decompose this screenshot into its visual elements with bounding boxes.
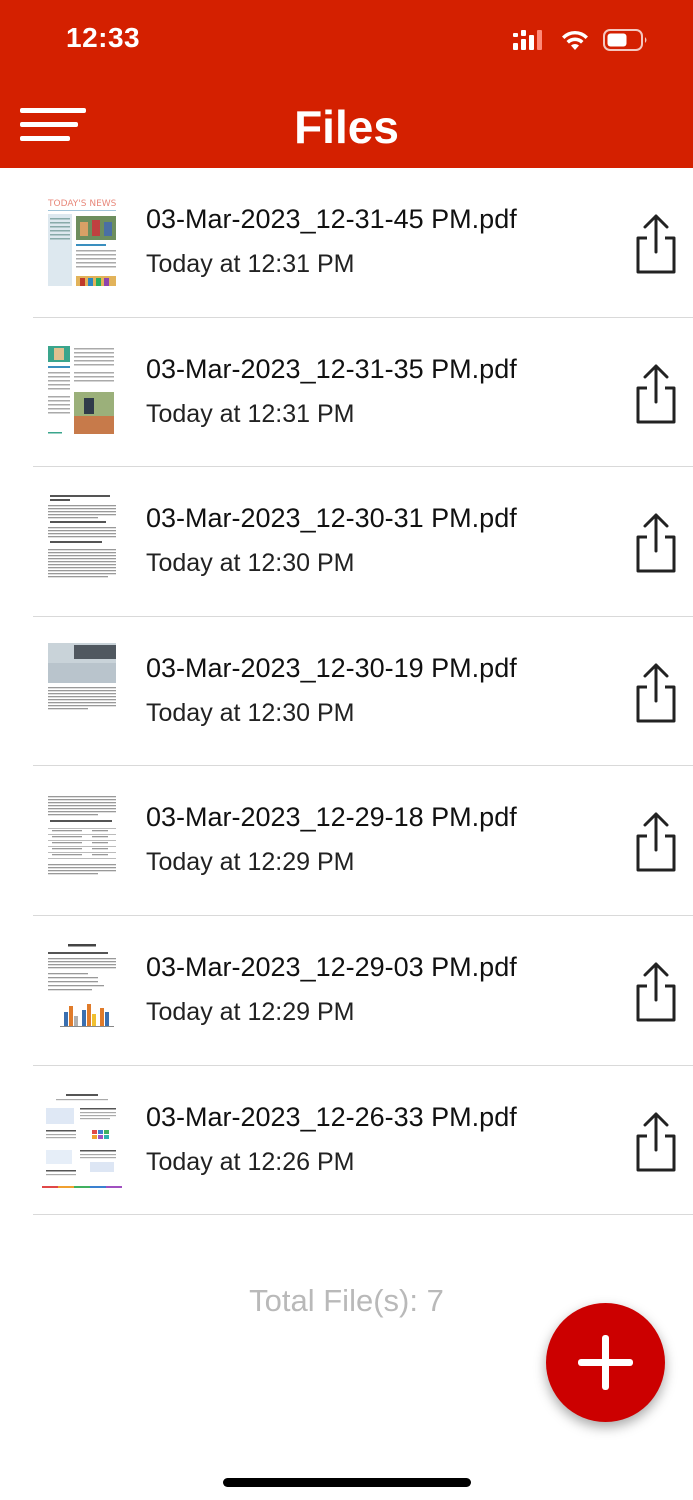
file-date: Today at 12:31 PM	[146, 250, 355, 278]
file-name: 03-Mar-2023_12-31-45 PM.pdf	[146, 204, 517, 234]
file-row[interactable]: 03-Mar-2023_12-29-18 PM.pdf Today at 12:…	[0, 766, 693, 916]
file-date: Today at 12:29 PM	[146, 997, 355, 1026]
file-row[interactable]: 03-Mar-2023_12-29-03 PM.pdf Today at 12:…	[0, 916, 693, 1066]
pdf-thumbnail: TODAY'S NEWS	[44, 192, 120, 292]
file-date: Today at 12:31 PM	[146, 399, 355, 428]
page-title: Files	[294, 101, 399, 153]
share-icon[interactable]	[630, 362, 682, 426]
file-name: 03-Mar-2023_12-26-33 PM.pdf	[146, 1101, 517, 1132]
share-icon[interactable]	[630, 661, 682, 725]
status-icons	[513, 26, 649, 54]
pdf-thumbnail	[44, 491, 120, 592]
file-row[interactable]: TODAY'S NEWS 03-Mar-2023_12-31-45 PM.pdf…	[0, 168, 693, 318]
file-name: 03-Mar-2023_12-29-18 PM.pdf	[146, 802, 517, 833]
file-row[interactable]: 03-Mar-2023_12-30-31 PM.pdf Today at 12:…	[0, 467, 693, 617]
pdf-thumbnail	[40, 1089, 124, 1190]
share-icon[interactable]	[630, 960, 682, 1024]
app-header: 12:33 Files	[0, 0, 693, 168]
wifi-icon	[562, 30, 588, 50]
pdf-thumbnail	[44, 939, 120, 1040]
share-icon[interactable]	[630, 511, 682, 575]
file-row[interactable]: 03-Mar-2023_12-30-19 PM.pdf Today at 12:…	[0, 617, 693, 767]
battery-icon	[603, 29, 647, 51]
file-date: Today at 12:30 PM	[146, 698, 355, 727]
pdf-thumbnail	[44, 640, 120, 741]
svg-text:TODAY'S NEWS: TODAY'S NEWS	[47, 199, 117, 209]
share-icon[interactable]	[630, 212, 682, 276]
share-icon[interactable]	[630, 1110, 682, 1174]
file-name: 03-Mar-2023_12-30-19 PM.pdf	[146, 652, 517, 683]
cellular-signal-icon	[513, 30, 542, 50]
pdf-thumbnail	[44, 341, 120, 442]
file-name: 03-Mar-2023_12-29-03 PM.pdf	[146, 951, 517, 982]
pdf-thumbnail	[44, 790, 120, 891]
file-date: Today at 12:30 PM	[146, 549, 355, 578]
status-time: 12:33	[66, 22, 141, 53]
file-row[interactable]: 03-Mar-2023_12-26-33 PM.pdf Today at 12:…	[0, 1066, 693, 1216]
file-list: TODAY'S NEWS 03-Mar-2023_12-31-45 PM.pdf…	[0, 168, 693, 1216]
add-file-button[interactable]	[546, 1303, 665, 1422]
file-row[interactable]: 03-Mar-2023_12-31-35 PM.pdf Today at 12:…	[0, 318, 693, 468]
file-date: Today at 12:29 PM	[146, 848, 355, 877]
file-name: 03-Mar-2023_12-31-35 PM.pdf	[146, 353, 517, 384]
file-date: Today at 12:26 PM	[146, 1147, 355, 1176]
share-icon[interactable]	[630, 810, 682, 874]
file-name: 03-Mar-2023_12-30-31 PM.pdf	[146, 503, 517, 534]
home-indicator	[223, 1478, 471, 1487]
